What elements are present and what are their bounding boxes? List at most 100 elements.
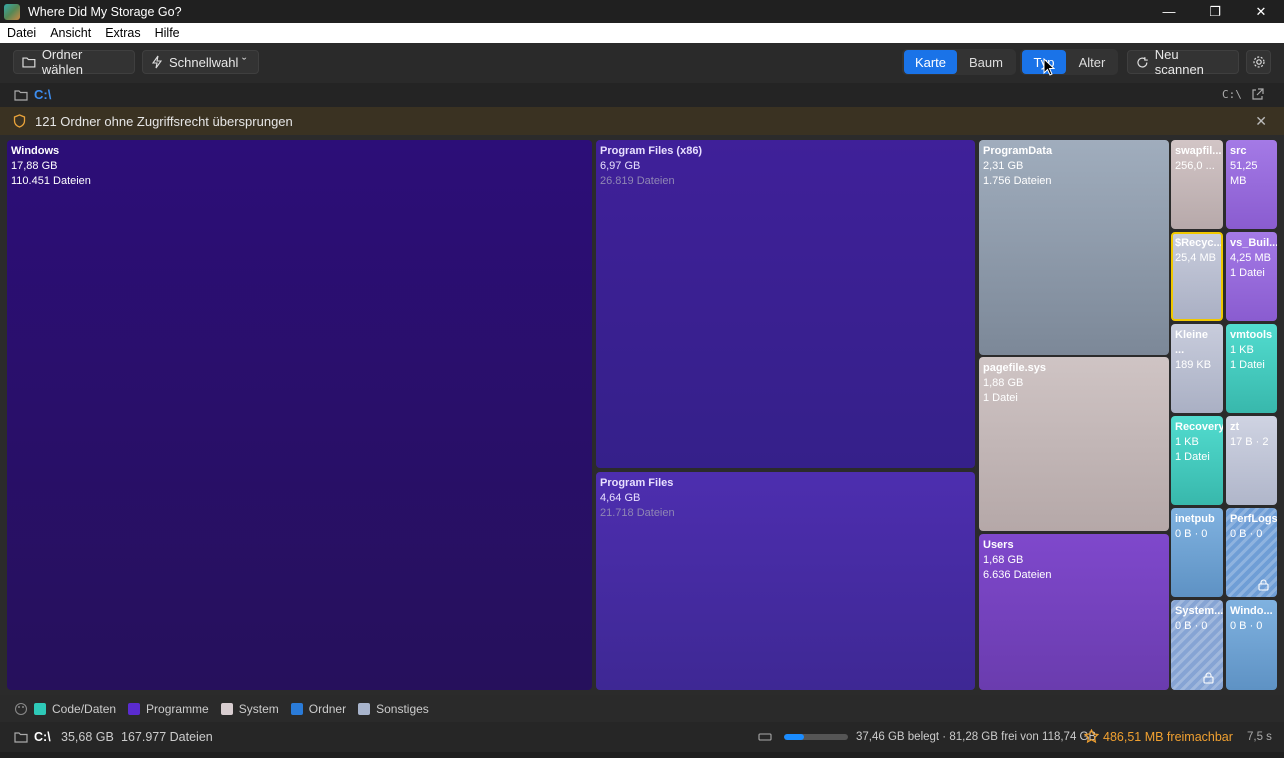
drive-label: C:\ — [1222, 88, 1242, 101]
cell-name: $Recyc... — [1175, 237, 1223, 249]
treemap-cell-windows[interactable]: Windows 17,88 GB 110.451 Dateien — [7, 140, 592, 690]
choose-folder-button[interactable]: Ordner wählen — [13, 47, 135, 77]
refresh-icon — [1137, 56, 1148, 68]
treemap-cell-small-files[interactable]: Kleine ... 189 KB — [1171, 324, 1223, 413]
path-bar: C:\ C:\ — [0, 83, 1284, 107]
cell-name: Program Files (x86) — [600, 145, 703, 157]
cell-size: 2,31 GB — [983, 160, 1024, 172]
treemap-cell-pagefile[interactable]: pagefile.sys 1,88 GB 1 Datei — [979, 357, 1169, 531]
freeable-text[interactable]: 486,51 MB freimachbar — [1103, 730, 1233, 744]
treemap-cell-perflogs[interactable]: PerfLogs 0 B · 0 — [1226, 508, 1277, 597]
treemap-cell-system-volume[interactable]: System... 0 B · 0 — [1171, 600, 1223, 690]
cell-size: 25,4 MB — [1175, 252, 1216, 264]
menu-view[interactable]: Ansicht — [43, 23, 98, 43]
treemap-cell-recycle-bin[interactable]: $Recyc... 25,4 MB — [1171, 232, 1223, 321]
treemap-cell-src[interactable]: src 51,25 MB — [1226, 140, 1277, 229]
quick-select-button[interactable]: Schnellwahl ˇ — [142, 50, 259, 74]
legend-swatch-programs — [128, 702, 141, 715]
cell-files: 1 Datei — [1230, 267, 1265, 279]
app-icon — [4, 3, 20, 20]
rescan-button[interactable]: Neu scannen — [1127, 47, 1239, 77]
cell-files: 26.819 Dateien — [600, 175, 675, 187]
cell-name: Recovery — [1175, 421, 1223, 433]
warning-text: 121 Ordner ohne Zugriffsrecht übersprung… — [35, 113, 293, 129]
cell-files: 21.718 Dateien — [600, 507, 675, 519]
view-map-button[interactable]: Karte — [904, 50, 957, 74]
treemap-cell-swapfile[interactable]: swapfil... 256,0 ... — [1171, 140, 1223, 229]
toolbar: Ordner wählen Schnellwahl ˇ Karte Baum T… — [0, 43, 1284, 83]
legend-swatch-other — [358, 702, 371, 715]
treemap-cell-programdata[interactable]: ProgramData 2,31 GB 1.756 Dateien — [979, 140, 1169, 355]
treemap-cell-inetpub[interactable]: inetpub 0 B · 0 — [1171, 508, 1223, 597]
warning-bar: 121 Ordner ohne Zugriffsrecht übersprung… — [0, 107, 1284, 135]
cell-name: PerfLogs — [1230, 513, 1277, 525]
cell-name: Kleine ... — [1175, 329, 1209, 356]
open-external-icon[interactable] — [1251, 88, 1264, 101]
folder-icon — [14, 90, 28, 101]
menu-help[interactable]: Hilfe — [148, 23, 187, 43]
cell-size: 0 B · 0 — [1175, 620, 1208, 632]
cell-name: vs_Buil... — [1230, 237, 1277, 249]
cell-size: 4,64 GB — [600, 492, 641, 504]
cell-files: 6.636 Dateien — [983, 569, 1052, 581]
cell-size: 51,25 MB — [1230, 160, 1258, 187]
choose-folder-label: Ordner wählen — [41, 47, 84, 77]
lock-icon — [1258, 579, 1269, 591]
treemap-cell-program-files[interactable]: Program Files 4,64 GB 21.718 Dateien — [596, 472, 975, 690]
folder-icon — [14, 732, 28, 743]
cell-name: zt — [1230, 421, 1240, 433]
close-warning-icon[interactable]: ✕ — [1255, 113, 1267, 130]
quick-select-label: Schnellwahl ˇ — [169, 54, 247, 70]
view-tree-button[interactable]: Baum — [960, 50, 1012, 74]
cell-name: Program Files — [600, 477, 674, 489]
status-bar: C:\ 35,68 GB 167.977 Dateien 37,46 GB be… — [0, 722, 1284, 752]
treemap-cell-windows-apps[interactable]: Windo... 0 B · 0 — [1226, 600, 1277, 690]
treemap-cell-users[interactable]: Users 1,68 GB 6.636 Dateien — [979, 534, 1169, 690]
lock-icon — [1203, 672, 1214, 684]
legend-label-programs: Programme — [146, 701, 209, 716]
menu-extras[interactable]: Extras — [98, 23, 147, 43]
cell-name: Windows — [11, 145, 60, 157]
treemap: Windows 17,88 GB 110.451 Dateien Program… — [0, 135, 1284, 695]
legend-label-other: Sonstiges — [376, 701, 429, 716]
status-path: C:\ — [34, 730, 51, 744]
cell-size: 0 B · 0 — [1230, 528, 1263, 540]
cell-files: 1 Datei — [983, 392, 1018, 404]
cell-size: 4,25 MB — [1230, 252, 1271, 264]
disk-usage-bar — [784, 734, 848, 740]
cell-name: vmtools — [1230, 329, 1273, 341]
cell-name: Users — [983, 539, 1014, 551]
minimize-button[interactable]: — — [1146, 0, 1192, 23]
treemap-cell-program-files-x86[interactable]: Program Files (x86) 6,97 GB 26.819 Datei… — [596, 140, 975, 468]
cell-files: 110.451 Dateien — [11, 175, 91, 187]
mouse-cursor-icon — [1043, 58, 1055, 76]
shield-icon — [13, 114, 26, 128]
disk-usage-fill — [784, 734, 805, 740]
rescan-label: Neu scannen — [1154, 47, 1204, 77]
legend-label-code: Code/Daten — [52, 701, 117, 716]
treemap-cell-vmtools[interactable]: vmtools 1 KB 1 Datei — [1226, 324, 1277, 413]
breadcrumb-root[interactable]: C:\ — [34, 87, 51, 102]
treemap-cell-zt[interactable]: zt 17 B · 2 — [1226, 416, 1277, 505]
cell-size: 256,0 ... — [1175, 160, 1215, 172]
legend-label-system: System — [238, 701, 279, 716]
settings-button[interactable] — [1246, 50, 1271, 74]
cell-name: Windo... — [1230, 605, 1273, 617]
star-icon — [1084, 729, 1099, 744]
window-title: Where Did My Storage Go? — [28, 4, 182, 19]
status-total-size: 35,68 GB — [61, 730, 114, 744]
color-age-button[interactable]: Alter — [1068, 50, 1116, 74]
cell-name: pagefile.sys — [983, 362, 1046, 374]
treemap-cell-recovery[interactable]: Recovery 1 KB 1 Datei — [1171, 416, 1223, 505]
treemap-cell-vs-buildtools[interactable]: vs_Buil... 4,25 MB 1 Datei — [1226, 232, 1277, 321]
cell-name: inetpub — [1175, 513, 1215, 525]
folder-icon — [22, 57, 36, 68]
cell-size: 1 KB — [1175, 436, 1199, 448]
gear-icon — [1252, 56, 1265, 68]
cell-name: swapfil... — [1175, 145, 1222, 157]
close-button[interactable]: ✕ — [1238, 0, 1284, 23]
maximize-button[interactable]: ❐ — [1192, 0, 1238, 23]
legend-swatch-folder — [290, 702, 303, 715]
menu-file[interactable]: Datei — [0, 23, 43, 43]
lightning-icon — [151, 55, 163, 69]
